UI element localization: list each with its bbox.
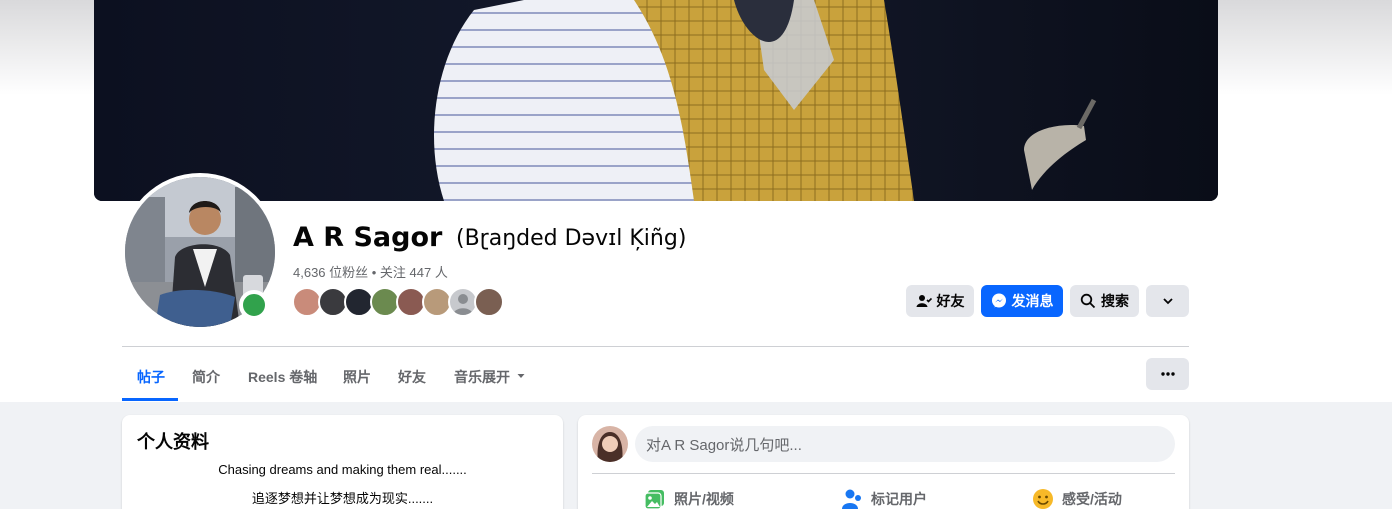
composer-placeholder: 对A R Sagor说几句吧... <box>646 436 802 454</box>
profile-menu-dropdown-button[interactable] <box>1146 285 1189 317</box>
friend-check-icon <box>916 295 932 307</box>
mutual-friends-avatars <box>292 287 504 317</box>
composer-avatar-image <box>592 426 628 462</box>
tab-more[interactable]: 音乐展开 <box>454 358 527 402</box>
feeling-activity-label: 感受/活动 <box>1062 491 1122 507</box>
online-status-indicator <box>239 290 269 320</box>
default-user-icon <box>453 294 473 315</box>
tab-about[interactable]: 简介 <box>192 358 220 402</box>
search-button-label: 搜索 <box>1101 293 1129 309</box>
tag-people-icon <box>842 489 861 509</box>
profile-name: A R Sagor <box>293 222 443 253</box>
photo-video-label: 照片/视频 <box>674 491 734 507</box>
message-button[interactable]: 发消息 <box>981 285 1063 317</box>
profile-alternate-name: (Bɽaŋded Dəvɪl Ķiñg) <box>456 226 687 251</box>
caret-down-icon <box>517 374 525 378</box>
bio-line-2: 追逐梦想并让梦想成为现实....... <box>251 491 434 506</box>
photo-video-icon <box>644 490 664 509</box>
tag-people-button[interactable]: 标记用户 <box>841 487 927 509</box>
composer-user-avatar[interactable] <box>592 426 628 462</box>
photo-video-button[interactable]: 照片/视频 <box>644 487 734 509</box>
profile-follower-stats[interactable]: 4,636 位粉丝 • 关注 447 人 <box>293 262 448 281</box>
friend-avatar[interactable] <box>474 287 504 317</box>
cover-photo[interactable] <box>94 0 1218 201</box>
search-button[interactable]: 搜索 <box>1070 285 1139 317</box>
tag-people-label: 标记用户 <box>871 491 927 507</box>
intro-card-title: 个人资料 <box>137 432 209 452</box>
chevron-down-icon <box>1162 298 1173 305</box>
friends-button-label: 好友 <box>936 293 965 309</box>
feeling-activity-button[interactable]: 感受/活动 <box>1032 487 1122 509</box>
message-button-label: 发消息 <box>1011 293 1054 309</box>
tab-more-label: 音乐展开 <box>454 369 510 385</box>
tab-posts[interactable]: 帖子 <box>137 358 165 402</box>
composer-divider <box>592 473 1175 474</box>
tab-photos[interactable]: 照片 <box>343 358 371 402</box>
tab-reels[interactable]: Reels 卷轴 <box>248 358 317 402</box>
friends-button[interactable]: 好友 <box>906 285 974 317</box>
bio-line-1: Chasing dreams and making them real.....… <box>218 462 467 477</box>
profile-header-divider <box>122 346 1189 347</box>
search-icon <box>1080 293 1096 309</box>
active-tab-indicator <box>122 398 178 401</box>
feeling-activity-icon <box>1033 489 1053 509</box>
more-dots-icon <box>1160 372 1175 376</box>
tab-friends[interactable]: 好友 <box>398 358 426 402</box>
composer-input[interactable]: 对A R Sagor说几句吧... <box>635 426 1175 462</box>
more-options-button[interactable] <box>1146 358 1189 390</box>
messenger-icon <box>991 293 1006 308</box>
cover-photo-image <box>94 0 1218 201</box>
